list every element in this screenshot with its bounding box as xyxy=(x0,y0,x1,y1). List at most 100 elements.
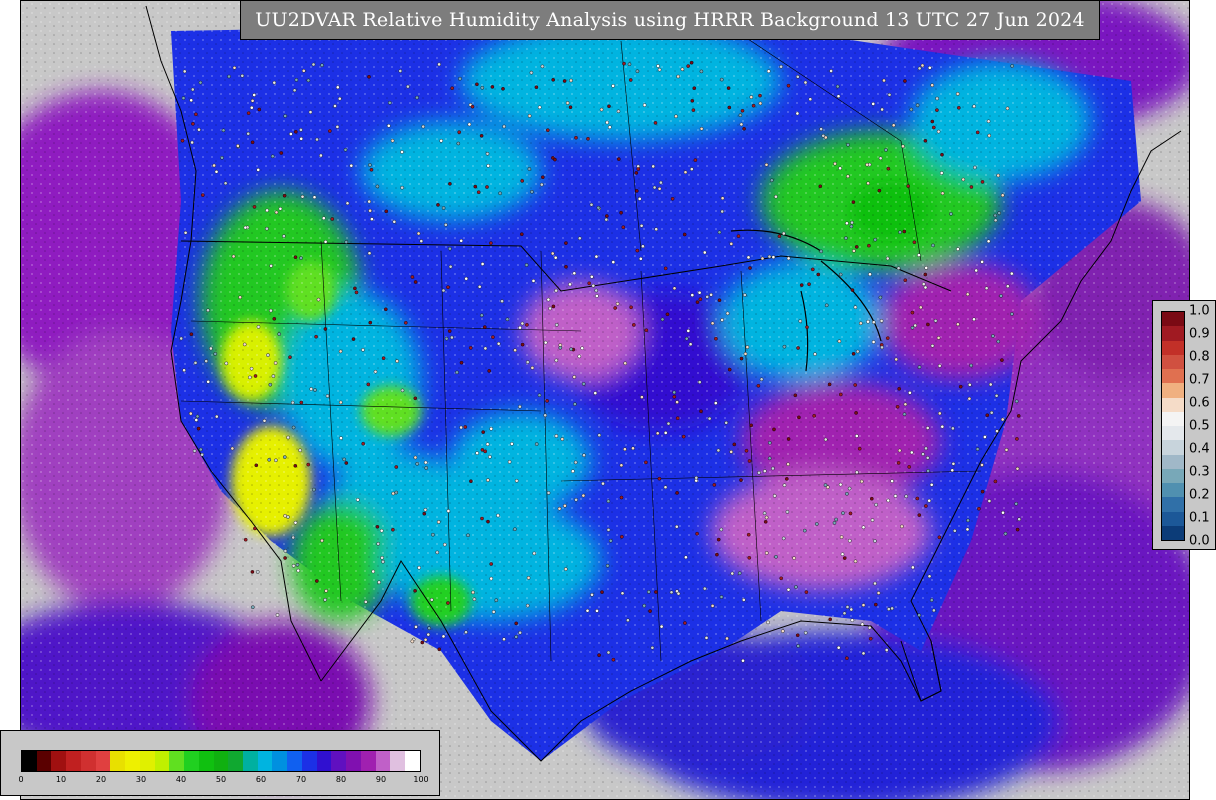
station-marker xyxy=(896,461,901,465)
station-marker xyxy=(299,136,304,141)
station-marker xyxy=(874,502,878,507)
station-marker xyxy=(599,107,604,112)
station-marker xyxy=(867,625,872,630)
station-marker xyxy=(431,532,435,537)
station-marker xyxy=(1014,399,1019,404)
station-marker xyxy=(299,256,303,260)
station-marker xyxy=(786,256,791,261)
station-marker xyxy=(464,630,468,635)
station-marker xyxy=(764,162,769,167)
station-marker xyxy=(894,357,899,362)
station-marker xyxy=(767,254,772,259)
station-marker xyxy=(746,255,751,260)
station-marker xyxy=(286,435,290,440)
station-marker xyxy=(847,486,852,491)
station-marker xyxy=(850,618,855,623)
station-marker xyxy=(286,515,290,519)
station-marker xyxy=(413,455,418,460)
station-marker xyxy=(972,317,976,322)
station-marker xyxy=(446,601,450,605)
rh-colorbar-segment xyxy=(198,751,214,771)
obs-colorbar-segment xyxy=(1162,468,1184,483)
station-marker xyxy=(486,163,491,168)
station-marker xyxy=(585,608,590,613)
station-marker xyxy=(572,375,577,379)
station-marker xyxy=(686,64,691,68)
station-marker xyxy=(993,213,998,218)
station-marker xyxy=(553,255,558,260)
station-marker xyxy=(972,104,976,109)
station-marker xyxy=(885,256,890,261)
station-marker xyxy=(680,67,685,72)
station-marker xyxy=(256,325,261,329)
station-marker xyxy=(410,639,415,644)
station-marker xyxy=(836,645,841,650)
station-marker xyxy=(973,165,977,170)
station-marker xyxy=(392,219,397,224)
station-marker xyxy=(923,138,928,143)
station-marker xyxy=(1004,448,1009,452)
station-marker xyxy=(1000,417,1005,422)
station-marker xyxy=(719,527,724,532)
station-marker xyxy=(639,256,643,261)
station-marker xyxy=(182,69,187,74)
station-marker xyxy=(562,79,567,83)
station-marker xyxy=(383,307,388,312)
station-marker xyxy=(606,650,611,655)
station-marker xyxy=(903,79,907,83)
station-marker xyxy=(613,306,618,310)
station-marker xyxy=(620,535,624,539)
station-marker xyxy=(813,352,817,356)
station-marker xyxy=(749,423,754,428)
station-marker xyxy=(936,129,941,134)
station-marker xyxy=(320,538,324,543)
station-marker xyxy=(288,355,292,360)
map-canvas xyxy=(21,1,1189,799)
station-marker xyxy=(781,629,785,633)
station-marker xyxy=(274,458,278,463)
station-marker xyxy=(848,511,853,516)
station-marker xyxy=(736,234,741,238)
station-marker xyxy=(928,66,932,70)
station-marker xyxy=(293,520,298,525)
station-marker xyxy=(518,630,522,635)
map-title: UU2DVAR Relative Humidity Analysis using… xyxy=(240,0,1100,40)
station-marker xyxy=(879,319,884,323)
station-marker xyxy=(849,224,854,229)
station-marker xyxy=(371,569,376,574)
station-marker xyxy=(640,395,644,399)
station-marker xyxy=(550,251,555,256)
station-marker xyxy=(577,354,582,359)
station-marker xyxy=(446,285,450,290)
station-marker xyxy=(415,461,420,466)
station-marker xyxy=(924,504,928,508)
obs-tick-label: 1.0 xyxy=(1189,303,1210,319)
station-marker xyxy=(839,392,843,397)
station-marker xyxy=(188,411,193,416)
station-marker xyxy=(595,294,599,298)
station-marker xyxy=(845,491,849,496)
station-marker xyxy=(921,282,926,286)
station-marker xyxy=(865,162,869,167)
station-marker xyxy=(878,156,883,161)
station-marker xyxy=(319,153,323,158)
station-marker xyxy=(606,528,611,532)
station-marker xyxy=(795,111,800,116)
station-marker xyxy=(792,556,796,560)
station-marker xyxy=(488,455,492,459)
station-marker xyxy=(984,286,989,291)
station-marker xyxy=(803,631,808,635)
station-marker xyxy=(994,393,999,398)
station-marker xyxy=(500,299,504,304)
station-marker xyxy=(1005,106,1010,111)
station-marker xyxy=(968,382,972,387)
station-marker xyxy=(220,155,224,160)
station-marker xyxy=(672,286,677,291)
station-marker xyxy=(818,184,823,189)
station-marker xyxy=(543,413,548,418)
station-marker xyxy=(930,119,935,124)
station-marker xyxy=(845,221,849,226)
station-marker xyxy=(293,463,298,468)
obs-tick-label: 0.6 xyxy=(1189,395,1210,411)
station-marker xyxy=(375,184,380,189)
